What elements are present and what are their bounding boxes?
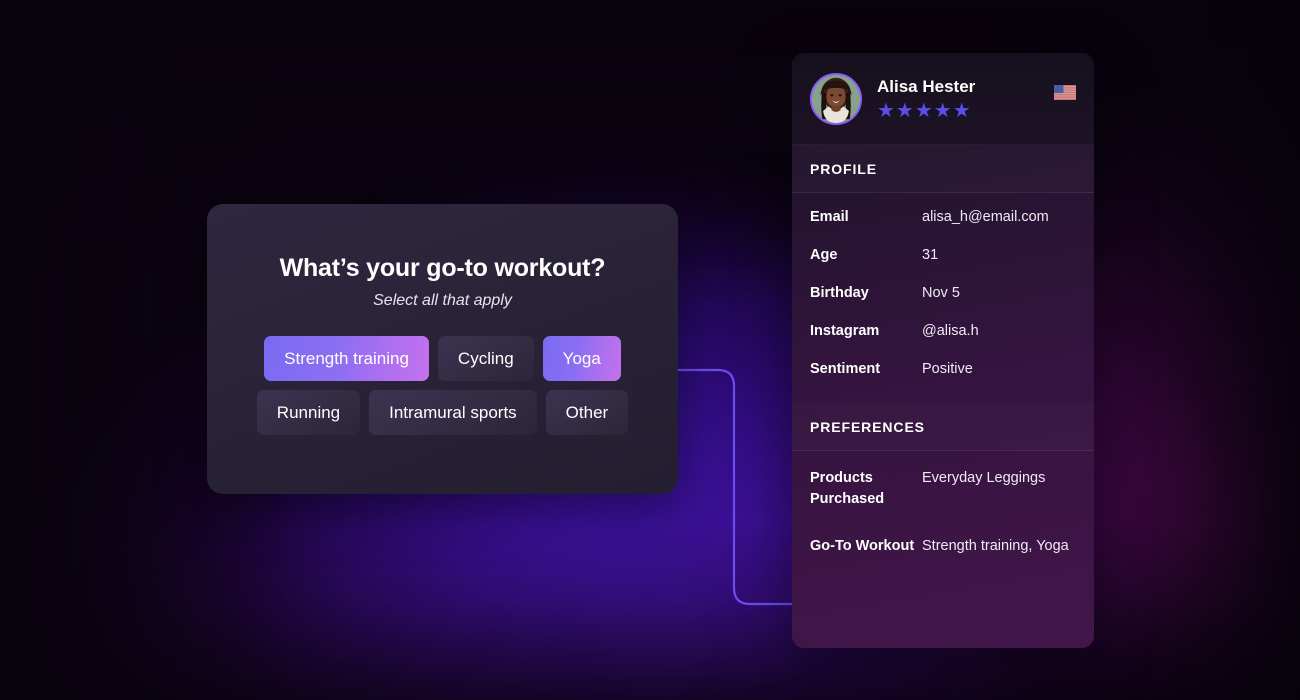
detail-label-instagram: Instagram [810, 323, 880, 340]
detail-label-sentiment: Sentiment [810, 361, 881, 378]
detail-label-birthday: Birthday [810, 285, 869, 302]
survey-question-title: What’s your go-to workout? [279, 254, 606, 282]
customer-name: Alisa Hester [877, 76, 976, 96]
detail-value-email: alisa_h@email.com [922, 209, 1049, 225]
option-chip-running[interactable]: Running [256, 390, 361, 435]
detail-row-birthday: Birthday Nov 5 [810, 283, 1076, 304]
us-flag-icon [1054, 85, 1076, 100]
detail-value-birthday: Nov 5 [922, 285, 960, 302]
option-chip-cycling[interactable]: Cycling [437, 336, 534, 381]
detail-label-age: Age [810, 247, 838, 264]
customer-profile-panel: Alisa Hester ★★★★★ PROFILE Email alisa_h… [792, 53, 1094, 648]
detail-value-age: 31 [922, 247, 939, 264]
survey-options-row-1: Strength training Cycling Yoga [207, 336, 678, 381]
detail-row-instagram: Instagram @alisa.h [810, 321, 1076, 342]
profile-details-list: Email alisa_h@email.com Age 31 Birthday … [792, 193, 1094, 403]
detail-row-email: Email alisa_h@email.com [810, 207, 1076, 228]
rating-stars: ★★★★★ [877, 99, 972, 122]
profile-panel-header: Alisa Hester ★★★★★ [792, 53, 1094, 145]
detail-row-sentiment: Sentiment Positive [810, 359, 1076, 380]
detail-label-products-purchased: Products Purchased [810, 470, 885, 508]
survey-options-group: Strength training Cycling Yoga Running I… [207, 336, 678, 435]
section-header-profile: PROFILE [792, 145, 1094, 193]
detail-row-go-to-workout: Go-To Workout Strength training, Yoga [810, 536, 1076, 557]
detail-row-age: Age 31 [810, 245, 1076, 266]
option-chip-intramural-sports[interactable]: Intramural sports [369, 390, 537, 435]
survey-options-row-2: Running Intramural sports Other [207, 390, 678, 435]
section-header-preferences: PREFERENCES [792, 403, 1094, 452]
option-chip-yoga[interactable]: Yoga [542, 336, 621, 381]
detail-label-email: Email [810, 209, 849, 225]
detail-value-products-purchased: Everyday Leggings [922, 470, 1046, 487]
detail-row-products-purchased: Products Purchased Everyday Leggings [810, 468, 1076, 510]
detail-value-sentiment: Positive [922, 361, 973, 378]
detail-value-go-to-workout: Strength training, Yoga [922, 538, 1069, 555]
preferences-details-list: Products Purchased Everyday Leggings Go-… [792, 451, 1094, 589]
option-chip-strength-training[interactable]: Strength training [264, 336, 429, 381]
profile-header-text: Alisa Hester ★★★★★ [877, 77, 975, 121]
detail-value-instagram: @alisa.h [922, 323, 979, 340]
avatar [810, 72, 862, 125]
survey-card: What’s your go-to workout? Select all th… [207, 204, 678, 494]
detail-label-go-to-workout: Go-To Workout [810, 538, 915, 555]
survey-instruction-text: Select all that apply [373, 292, 512, 309]
option-chip-other[interactable]: Other [545, 390, 629, 435]
